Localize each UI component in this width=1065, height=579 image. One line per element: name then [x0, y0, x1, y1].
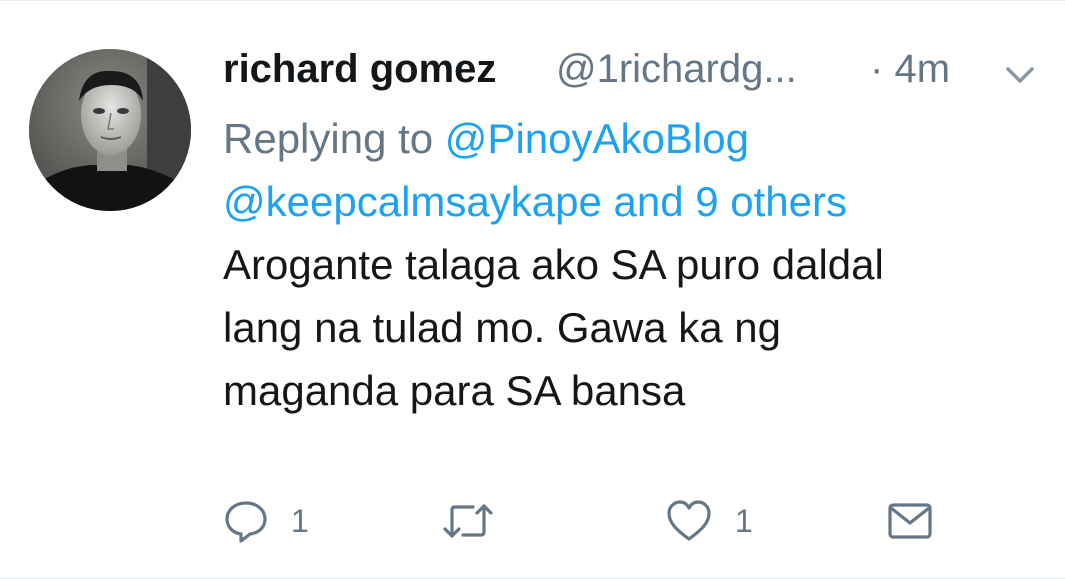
reply-count: 1	[291, 502, 309, 539]
reply-icon	[223, 498, 269, 544]
separator-dot: ·	[870, 47, 884, 91]
user-handle[interactable]: @1richardg...	[556, 47, 797, 92]
tweet-header: richard gomez @1richardg... · 4m	[223, 41, 1043, 107]
like-button[interactable]: 1	[665, 493, 753, 549]
tweet-text-line: maganda para SA bansa	[223, 367, 686, 414]
tweet-actions: 1 1	[223, 493, 943, 549]
heart-icon	[665, 498, 713, 544]
envelope-icon	[887, 501, 933, 541]
timestamp-text: 4m	[894, 47, 951, 91]
tweet-text-line: Arogante talaga ako SA puro daldal	[223, 241, 884, 288]
retweet-icon	[441, 498, 495, 544]
direct-message-button[interactable]	[887, 493, 933, 549]
mention-link[interactable]: @PinoyAkoBlog	[445, 115, 749, 162]
others-link[interactable]: and 9 others	[614, 178, 848, 225]
mention-link[interactable]: @keepcalmsaykape	[223, 178, 602, 225]
tweet-timestamp[interactable]: · 4m	[870, 47, 950, 92]
reply-button[interactable]: 1	[223, 493, 309, 549]
tweet-text-line: lang na tulad mo. Gawa ka ng	[223, 304, 782, 351]
tweet-content: richard gomez @1richardg... · 4m Replyin…	[223, 41, 1043, 422]
like-count: 1	[735, 502, 753, 539]
tweet-text: Arogante talaga ako SA puro daldal lang …	[223, 233, 1023, 422]
chevron-down-icon[interactable]	[1002, 59, 1038, 89]
retweet-button[interactable]	[441, 493, 517, 549]
display-name[interactable]: richard gomez	[223, 47, 496, 92]
avatar[interactable]	[29, 49, 191, 211]
replying-to-label: Replying to	[223, 115, 434, 162]
replying-to: Replying to @PinoyAkoBlog @keepcalmsayka…	[223, 107, 1043, 233]
tweet-card[interactable]: richard gomez @1richardg... · 4m Replyin…	[0, 0, 1065, 579]
avatar-photo	[29, 49, 191, 211]
